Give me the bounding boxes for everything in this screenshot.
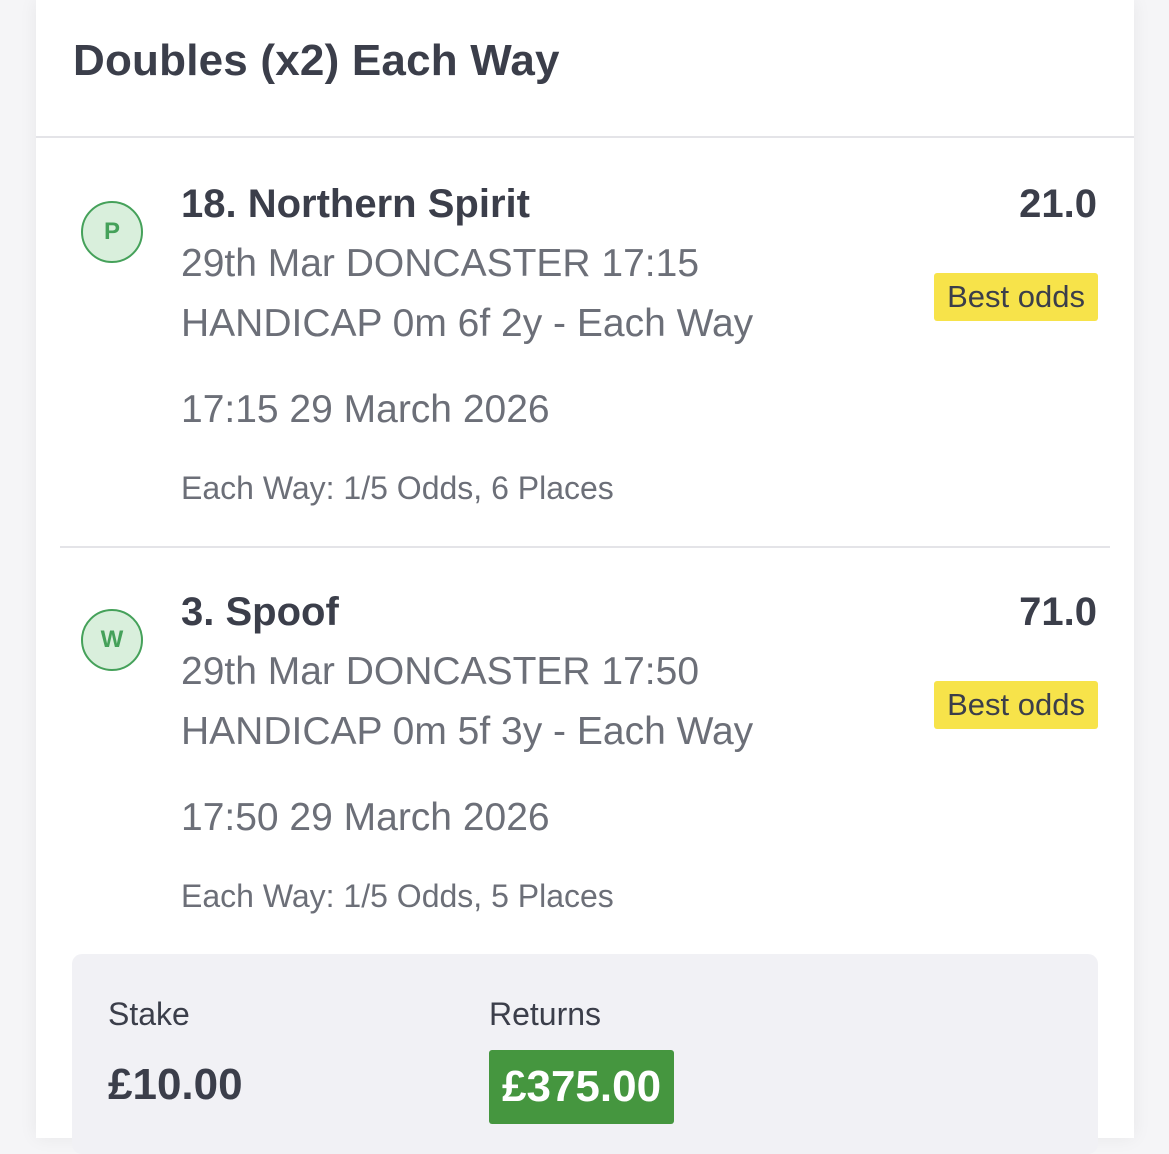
selection-item: W 3. Spoof 71.0 Best odds 29th Mar DONCA… [36,550,1134,950]
race-time: 17:50 29 March 2026 [181,796,550,839]
returns-label: Returns [489,996,602,1032]
bet-card: Doubles (x2) Each Way P 18. Northern Spi… [36,0,1134,1154]
race-details: 29th Mar DONCASTER 17:50 HANDICAP 0m 5f … [181,642,901,762]
selection-odds: 21.0 [1019,182,1097,226]
result-badge-placed: P [81,201,143,263]
bet-header: Doubles (x2) Each Way [36,0,1134,138]
selection-divider [60,546,1110,548]
selection-item: P 18. Northern Spirit 21.0 Best odds 29t… [36,140,1134,548]
best-odds-badge: Best odds [934,681,1098,729]
race-line-2: HANDICAP 0m 5f 3y - Each Way [181,710,754,753]
race-line-1: 29th Mar DONCASTER 17:15 [181,242,700,285]
stake-value: £10.00 [108,1060,243,1109]
each-way-terms: Each Way: 1/5 Odds, 6 Places [181,470,614,506]
runner-name: 3. Spoof [181,590,339,634]
bet-summary: Stake £10.00 Returns £375.00 [72,954,1098,1154]
race-line-1: 29th Mar DONCASTER 17:50 [181,650,700,693]
best-odds-badge: Best odds [934,273,1098,321]
bet-title: Doubles (x2) Each Way [73,36,560,85]
race-line-2: HANDICAP 0m 6f 2y - Each Way [181,302,754,345]
each-way-terms: Each Way: 1/5 Odds, 5 Places [181,878,614,914]
race-details: 29th Mar DONCASTER 17:15 HANDICAP 0m 6f … [181,234,901,354]
race-time: 17:15 29 March 2026 [181,388,550,431]
stake-label: Stake [108,996,190,1032]
selection-odds: 71.0 [1019,590,1097,634]
result-badge-won: W [81,609,143,671]
runner-name: 18. Northern Spirit [181,182,530,226]
returns-value: £375.00 [489,1050,675,1124]
